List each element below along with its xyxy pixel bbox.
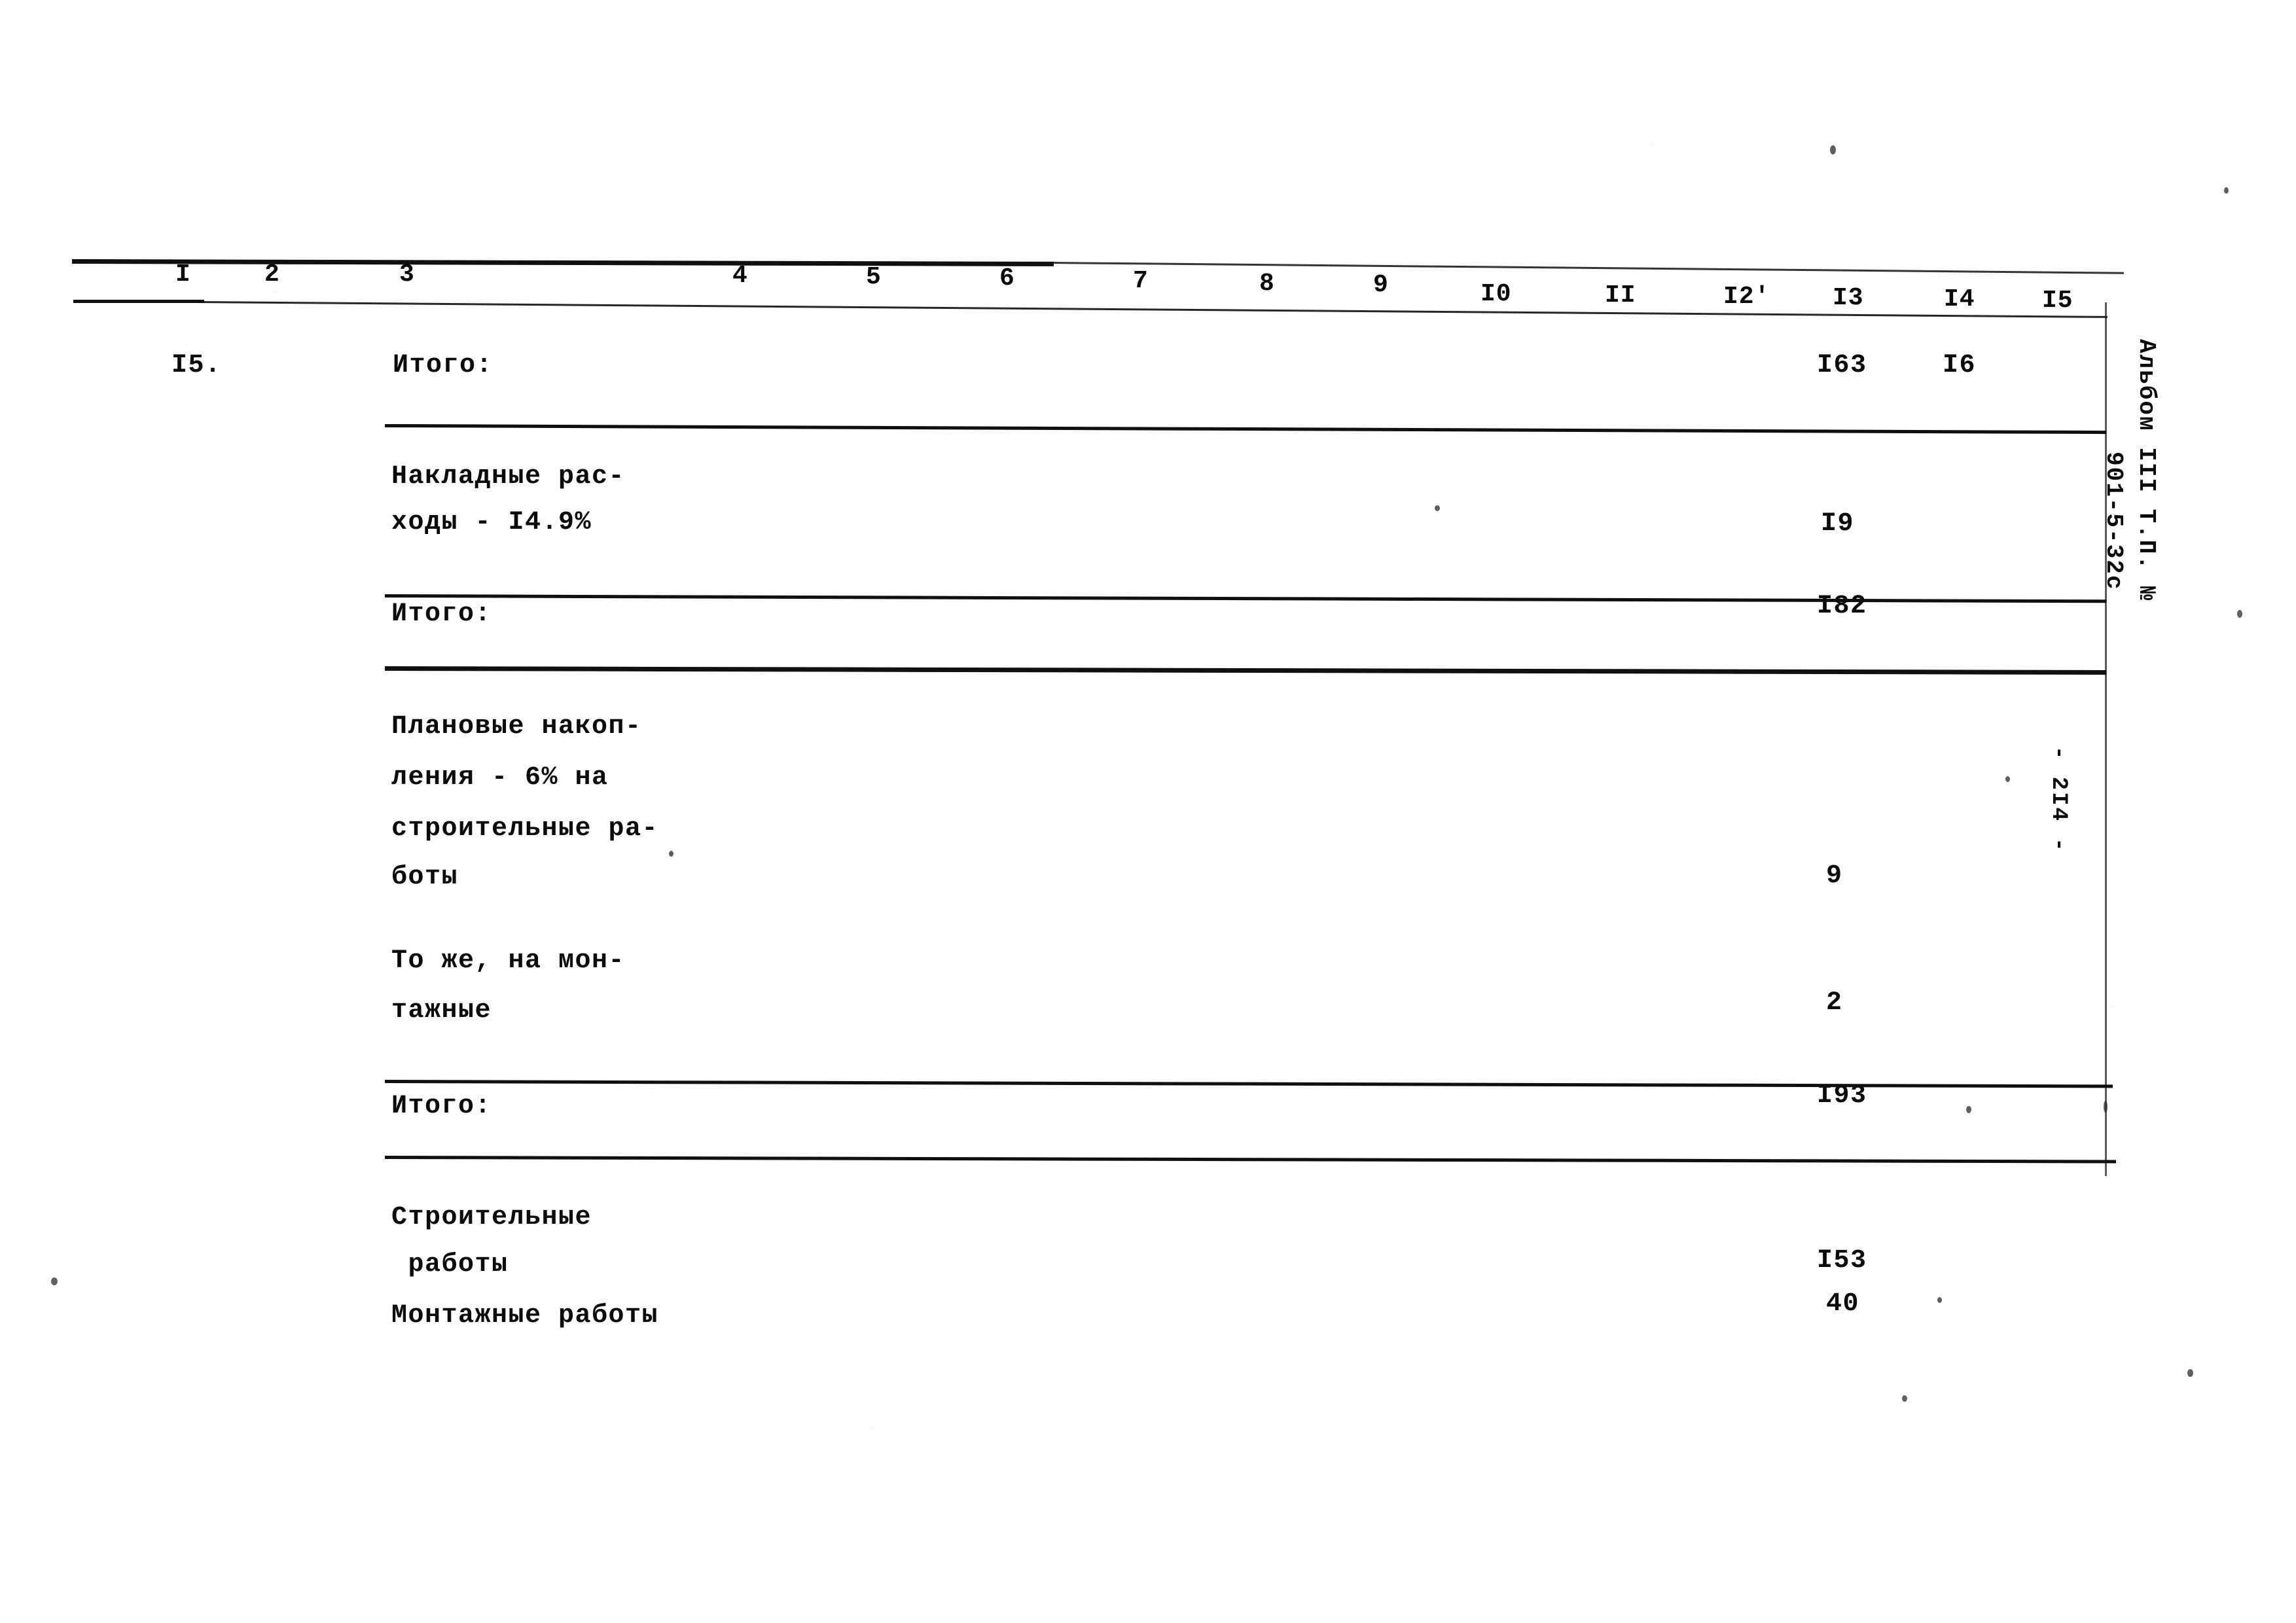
column-number-12: I2' xyxy=(1723,283,1770,311)
row-label-montazhnye: Монтажные работы xyxy=(391,1301,659,1330)
column-number-2: 2 xyxy=(264,260,280,289)
scan-speck xyxy=(1435,505,1440,511)
row-label-itogo-2: Итого: xyxy=(391,599,492,629)
row-col13-planovye: 9 xyxy=(1826,861,1843,891)
scan-speck xyxy=(2187,1369,2193,1377)
separator-rule-3 xyxy=(384,666,2107,675)
margin-project-code: 901-5-32с xyxy=(2100,452,2127,591)
row-col13-itogo-1: I63 xyxy=(1817,351,1867,380)
header-rule-bottom-right xyxy=(196,301,2108,318)
column-number-9: 9 xyxy=(1373,271,1389,299)
column-number-4: 4 xyxy=(732,262,748,290)
column-number-13: I3 xyxy=(1833,284,1864,312)
row-col13-nakladnye: I9 xyxy=(1821,509,1855,539)
scan-speck xyxy=(1966,1106,1971,1113)
scan-speck xyxy=(1902,1395,1907,1402)
column-number-1: I xyxy=(175,260,191,289)
column-number-3: 3 xyxy=(399,260,415,289)
row-col13-itogo-3: I93 xyxy=(1817,1081,1867,1111)
column-number-10: I0 xyxy=(1480,280,1512,308)
column-number-6: 6 xyxy=(999,264,1015,293)
row-label-itogo-3: Итого: xyxy=(391,1092,492,1121)
row-label-itogo-1: Итого: xyxy=(393,351,493,380)
column-number-14: I4 xyxy=(1944,285,1975,313)
row-col13-stroitelnye: I53 xyxy=(1817,1246,1867,1275)
column-number-8: 8 xyxy=(1259,270,1275,298)
header-rule-bottom-left xyxy=(73,300,204,303)
row-label-tozhe-line1: То же, на мон- xyxy=(391,946,626,976)
row-label-planovye-line1: Плановые накоп- xyxy=(391,712,642,741)
row-label-planovye-line4: боты xyxy=(391,863,459,892)
scan-speck xyxy=(2224,187,2229,194)
column-number-15: I5 xyxy=(2042,287,2073,315)
scan-speck xyxy=(2005,776,2010,782)
separator-rule-1 xyxy=(384,424,2106,435)
scan-speck xyxy=(51,1277,58,1285)
header-rule-top-left xyxy=(71,259,1054,266)
separator-rule-5 xyxy=(384,1156,2116,1164)
row-col13-montazhnye: 40 xyxy=(1826,1289,1860,1319)
row-label-nakladnye-line1: Накладные рас- xyxy=(391,462,626,491)
row-label-planovye-line3: строительные ра- xyxy=(391,814,659,844)
header-rule-top-right xyxy=(1050,262,2124,274)
table-sheet: I 2 3 4 5 6 7 8 9 I0 II I2' I3 I4 I5 I5.… xyxy=(0,0,2296,1623)
scan-speck xyxy=(1937,1297,1942,1303)
row-label-stroitelnye-line1: Строительные xyxy=(391,1203,592,1232)
row-number-itogo-1: I5. xyxy=(171,351,222,380)
row-col13-itogo-2: I82 xyxy=(1817,592,1867,621)
row-label-tozhe-line2: тажные xyxy=(391,996,492,1026)
row-label-planovye-line2: ления - 6% на xyxy=(391,763,609,793)
column-number-11: II xyxy=(1605,281,1636,310)
scan-speck xyxy=(2237,610,2242,618)
row-label-stroitelnye-line2: работы xyxy=(391,1250,509,1279)
scanned-page: I 2 3 4 5 6 7 8 9 I0 II I2' I3 I4 I5 I5.… xyxy=(0,0,2296,1623)
scan-speck xyxy=(1830,145,1836,154)
page-number-mark: - 2I4 - xyxy=(2046,746,2071,853)
scan-speck xyxy=(2104,1101,2108,1113)
row-col13-tozhe: 2 xyxy=(1826,988,1843,1018)
scan-speck xyxy=(669,851,673,857)
column-number-5: 5 xyxy=(866,263,882,291)
column-number-7: 7 xyxy=(1133,267,1149,295)
row-label-nakladnye-line2: ходы - I4.9% xyxy=(391,508,592,537)
margin-album-note: Альбом III Т.П. № xyxy=(2133,339,2160,602)
row-col14-itogo-1: I6 xyxy=(1943,351,1977,380)
